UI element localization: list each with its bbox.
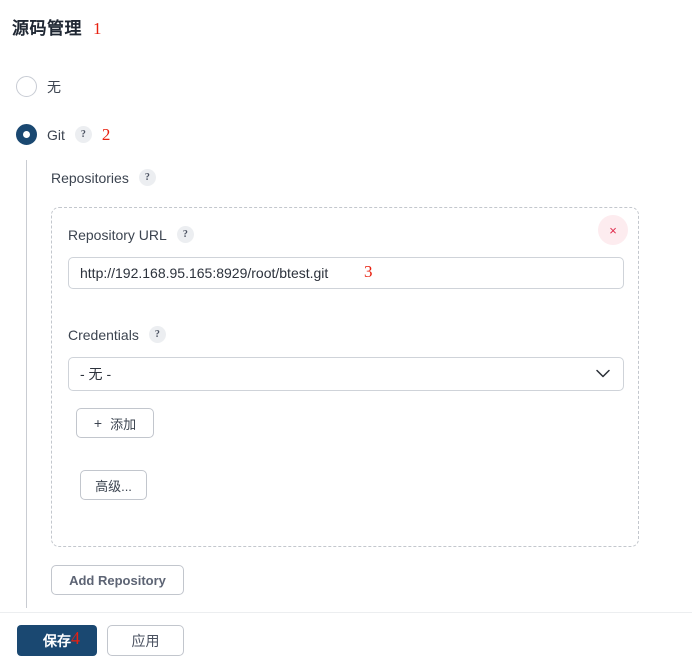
save-button[interactable]: 保存 (17, 625, 97, 656)
credentials-label: Credentials (68, 326, 139, 343)
annotation-marker-3: 3 (364, 262, 373, 281)
help-icon-repository-url[interactable]: ? (176, 226, 194, 243)
delete-repository-button[interactable]: × (598, 215, 628, 245)
page-title-row: 源码管理 1 (12, 14, 102, 39)
credentials-select[interactable]: - 无 - (68, 357, 624, 391)
credentials-label-row: Credentials ? (68, 326, 166, 343)
indent-guide-line (26, 160, 27, 608)
annotation-marker-2: 2 (101, 124, 111, 144)
radio-button-git[interactable] (16, 124, 37, 145)
repository-url-label: Repository URL (68, 226, 167, 243)
add-credentials-label: 添加 (110, 416, 137, 432)
apply-button[interactable]: 应用 (107, 625, 184, 656)
page-title: 源码管理 (12, 19, 82, 38)
advanced-button[interactable]: 高级... (80, 470, 147, 500)
credentials-selected-value: - 无 - (80, 366, 112, 382)
repositories-section-header: Repositories ? (51, 169, 156, 186)
repository-url-label-row: Repository URL ? (68, 226, 194, 243)
repository-url-input[interactable] (68, 257, 624, 289)
save-label: 保存 (43, 632, 71, 649)
add-repository-button[interactable]: Add Repository (51, 565, 184, 595)
radio-button-none[interactable] (16, 76, 37, 97)
annotation-marker-1: 1 (93, 19, 102, 38)
help-icon-repositories[interactable]: ? (138, 169, 156, 186)
radio-option-none[interactable]: 无 (16, 76, 61, 97)
apply-label: 应用 (131, 632, 160, 649)
radio-option-git[interactable]: Git ? 2 (16, 124, 110, 145)
help-icon-credentials[interactable]: ? (148, 326, 166, 343)
radio-label-none: 无 (47, 78, 61, 95)
add-repository-label: Add Repository (69, 572, 166, 588)
close-icon: × (609, 222, 617, 238)
footer-separator (0, 612, 692, 613)
help-icon-git[interactable]: ? (74, 126, 92, 143)
repository-card: × Repository URL ? 3 Credentials ? - 无 -… (51, 207, 639, 547)
repositories-label: Repositories (51, 169, 129, 186)
credentials-select-wrapper[interactable]: - 无 - (68, 357, 624, 391)
radio-label-git: Git (47, 126, 65, 143)
plus-icon: + (93, 415, 103, 431)
add-credentials-button[interactable]: + 添加 (76, 408, 154, 438)
advanced-label: 高级... (95, 478, 132, 494)
